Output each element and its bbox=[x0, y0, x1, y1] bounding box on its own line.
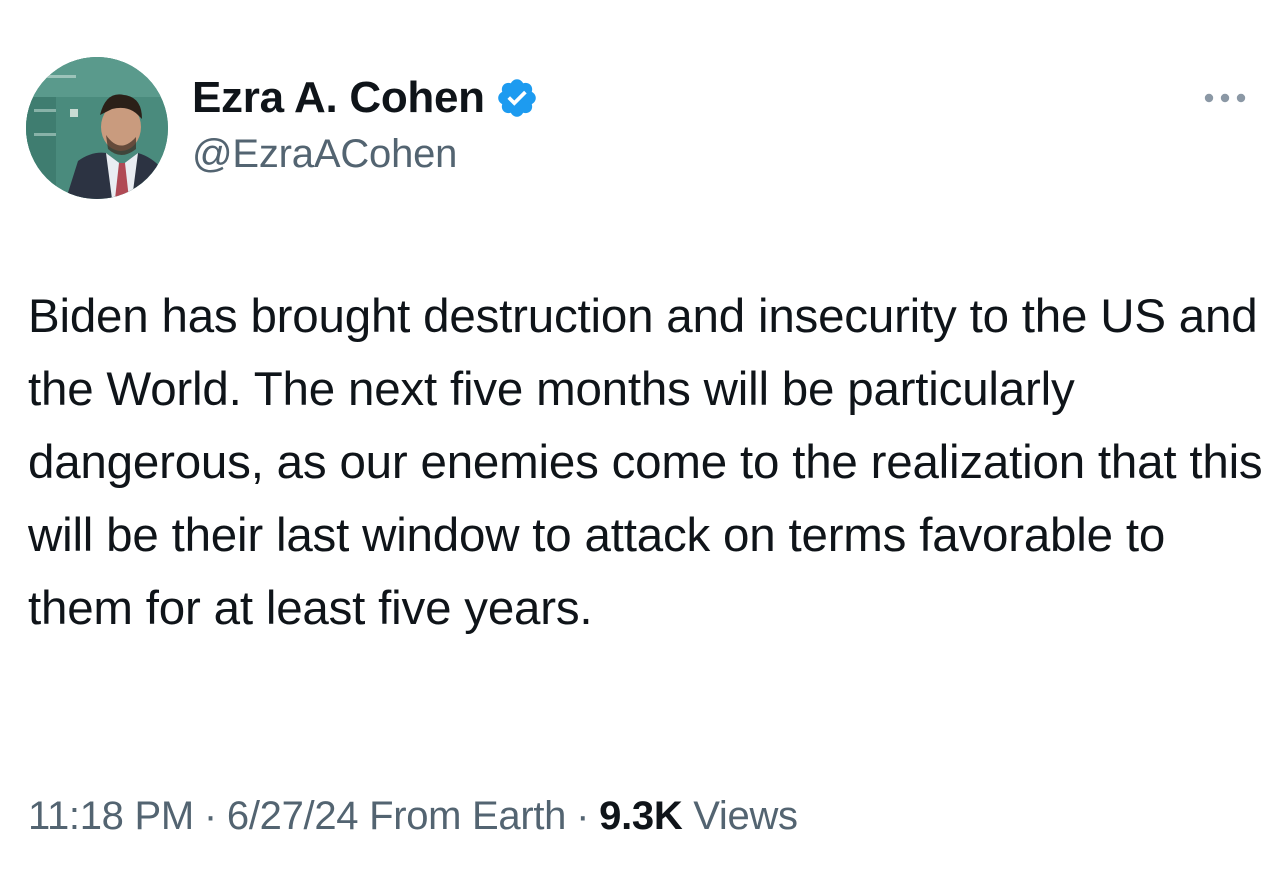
tweet: Ezra A. Cohen @EzraACohen Biden has brou… bbox=[0, 0, 1280, 876]
verified-badge-icon[interactable] bbox=[495, 76, 539, 120]
views-label: Views bbox=[693, 794, 798, 838]
avatar[interactable] bbox=[26, 57, 168, 199]
name-row: Ezra A. Cohen bbox=[192, 70, 539, 126]
tweet-time[interactable]: 11:18 PM bbox=[28, 794, 194, 838]
views-count[interactable]: 9.3K bbox=[599, 794, 683, 838]
handle[interactable]: @EzraACohen bbox=[192, 132, 539, 177]
author-block: Ezra A. Cohen @EzraACohen bbox=[192, 70, 539, 177]
display-name[interactable]: Ezra A. Cohen bbox=[192, 73, 485, 123]
tweet-metadata: 11:18 PM · 6/27/24 From Earth · 9.3K Views bbox=[28, 790, 798, 842]
tweet-text: Biden has brought destruction and insecu… bbox=[28, 290, 1263, 635]
tweet-date[interactable]: 6/27/24 bbox=[227, 794, 359, 838]
tweet-location: From Earth bbox=[369, 794, 567, 838]
avatar-image bbox=[26, 57, 168, 199]
separator: · bbox=[576, 794, 590, 838]
separator: · bbox=[203, 794, 217, 838]
more-options-icon[interactable] bbox=[1201, 88, 1249, 108]
